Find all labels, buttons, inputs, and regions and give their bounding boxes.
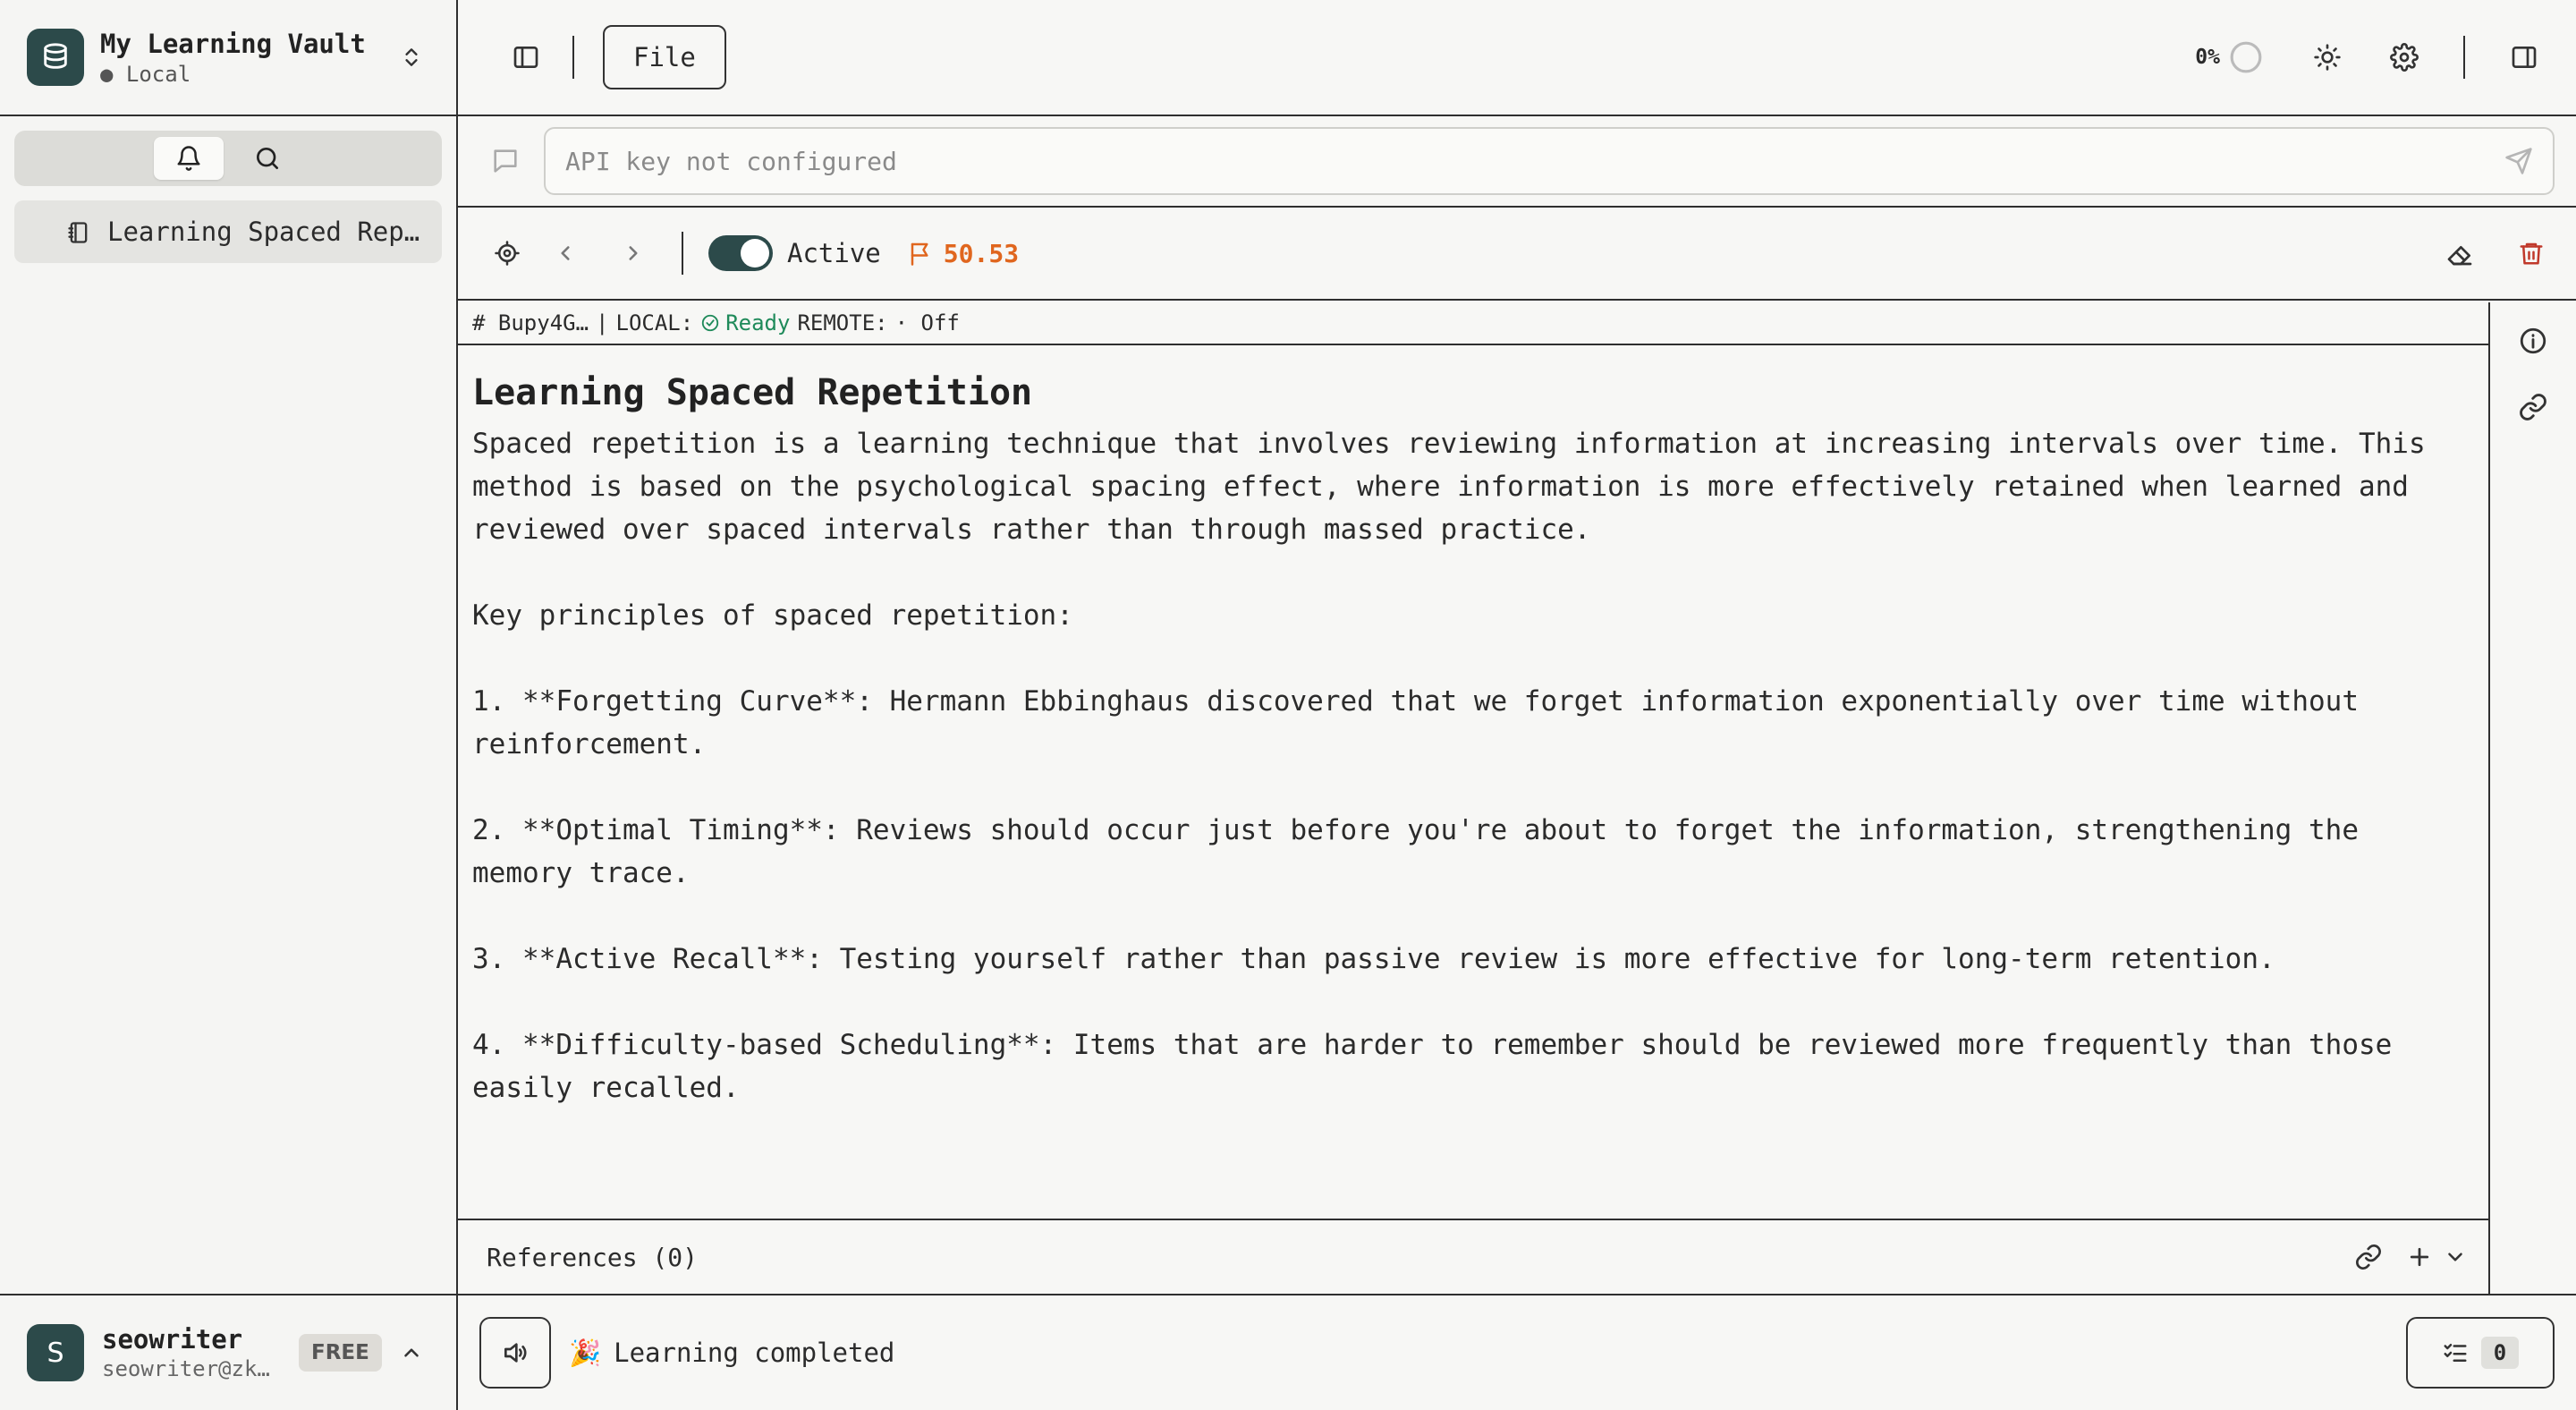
chevron-right-icon <box>622 242 645 265</box>
list-check-icon <box>2442 1339 2469 1366</box>
sync-progress: 0% <box>2195 40 2263 74</box>
chevron-up-icon[interactable] <box>400 1341 423 1364</box>
send-icon[interactable] <box>2504 147 2533 175</box>
editor-area: # Bupy4G… | LOCAL: Ready REMOTE: · Off L… <box>458 302 2576 1294</box>
top-toolbar: File 0% <box>458 0 2576 116</box>
gear-icon <box>2390 43 2419 72</box>
database-icon <box>27 29 84 86</box>
plus-icon[interactable] <box>2406 1244 2433 1270</box>
theme-toggle-button[interactable] <box>2295 25 2360 89</box>
sidebar-left-icon <box>512 43 540 72</box>
trash-icon <box>2518 239 2545 268</box>
task-list-button[interactable]: 0 <box>2406 1317 2555 1389</box>
link-icon[interactable] <box>2518 392 2548 422</box>
bottom-bar: 🎉 Learning completed 0 <box>458 1294 2576 1410</box>
chevrons-up-down-icon[interactable] <box>394 44 429 71</box>
vault-info: My Learning Vault ● Local <box>100 27 377 88</box>
local-label: LOCAL: <box>615 310 694 336</box>
vault-switcher[interactable]: My Learning Vault ● Local <box>0 0 456 116</box>
local-status: Ready <box>700 310 790 336</box>
locate-button[interactable] <box>483 221 531 285</box>
back-button[interactable] <box>531 221 599 285</box>
info-icon[interactable] <box>2518 326 2548 356</box>
divider <box>682 232 683 275</box>
priority-flag[interactable]: 50.53 <box>908 239 1019 268</box>
chevron-left-icon <box>554 242 577 265</box>
status-line: # Bupy4G… | LOCAL: Ready REMOTE: · Off <box>458 302 2488 345</box>
eraser-icon <box>2445 239 2474 268</box>
sidebar: My Learning Vault ● Local Learning Space… <box>0 0 458 1410</box>
toggle-sidebar-button[interactable] <box>494 25 558 89</box>
tab-search[interactable] <box>233 137 302 180</box>
sun-icon <box>2313 43 2342 72</box>
paragraph: 1. **Forgetting Curve**: Hermann Ebbingh… <box>472 685 2376 760</box>
status-message: 🎉 Learning completed <box>569 1338 894 1369</box>
chat-input-wrapper <box>544 127 2555 195</box>
forward-button[interactable] <box>599 221 667 285</box>
progress-label: 0% <box>2195 46 2220 69</box>
user-menu[interactable]: S seowriter seowriter@zk… FREE <box>0 1294 456 1410</box>
note-content[interactable]: Learning Spaced Repetition Spaced repeti… <box>458 345 2488 1109</box>
paragraph: 3. **Active Recall**: Testing yourself r… <box>472 943 2275 975</box>
vault-name: My Learning Vault <box>100 29 366 59</box>
paragraph: Spaced repetition is a learning techniqu… <box>472 428 2443 546</box>
link-icon[interactable] <box>2354 1243 2383 1271</box>
editor-column: # Bupy4G… | LOCAL: Ready REMOTE: · Off L… <box>458 302 2490 1294</box>
chevron-down-icon[interactable] <box>2444 1245 2467 1269</box>
paragraph: Key principles of spaced repetition: <box>472 599 1073 632</box>
search-icon <box>253 144 282 173</box>
task-count-badge: 0 <box>2480 1337 2520 1369</box>
main-panel: File 0% API key not configured Active 50… <box>458 0 2576 1410</box>
active-toggle-label: Active <box>787 238 881 268</box>
crosshair-icon <box>494 240 521 267</box>
user-name: seowriter <box>102 1324 243 1355</box>
references-panel: References (0) <box>458 1219 2488 1294</box>
file-menu-button[interactable]: File <box>603 25 726 89</box>
status-text: Learning completed <box>614 1338 895 1368</box>
note-toolbar: Active 50.53 <box>458 208 2576 301</box>
flag-value: 50.53 <box>943 238 1020 268</box>
active-toggle[interactable] <box>708 235 773 271</box>
divider <box>2463 36 2465 79</box>
note-title: Learning Spaced Repe… <box>107 217 420 247</box>
bell-icon <box>175 145 202 172</box>
divider <box>572 36 574 79</box>
tab-notifications[interactable] <box>154 137 224 180</box>
status-separator: | <box>596 310 609 336</box>
party-icon: 🎉 <box>569 1337 602 1368</box>
clear-button[interactable] <box>2428 221 2492 285</box>
right-rail <box>2490 302 2576 1294</box>
toggle-right-panel-button[interactable] <box>2492 25 2556 89</box>
chat-bar <box>458 116 2576 208</box>
audio-button[interactable] <box>479 1317 551 1389</box>
paragraph: 4. **Difficulty-based Scheduling**: Item… <box>472 1029 2409 1104</box>
delete-button[interactable] <box>2508 221 2555 285</box>
list-item-note[interactable]: Learning Spaced Repe… <box>14 200 442 263</box>
progress-ring-icon <box>2229 40 2263 74</box>
local-state: Ready <box>725 310 791 336</box>
sidebar-right-icon <box>2510 43 2538 72</box>
user-info: seowriter seowriter@zk… <box>102 1323 281 1382</box>
settings-button[interactable] <box>2372 25 2436 89</box>
vault-location: ● Local <box>100 62 191 87</box>
chat-bubble-icon <box>490 146 521 176</box>
flag-icon <box>908 240 935 267</box>
paragraph: 2. **Optimal Timing**: Reviews should oc… <box>472 814 2376 889</box>
sidebar-tabs <box>14 131 442 186</box>
avatar: S <box>27 1324 84 1381</box>
remote-state: · Off <box>894 310 960 336</box>
toolbar-right-actions <box>2428 221 2555 285</box>
note-id: # Bupy4G… <box>472 310 589 336</box>
top-right-actions: 0% <box>2195 25 2576 89</box>
check-circle-icon <box>700 313 720 333</box>
notebook-icon <box>66 220 91 245</box>
document-title: Learning Spaced Repetition <box>472 372 1033 413</box>
speaker-icon <box>501 1338 530 1367</box>
references-label[interactable]: References (0) <box>487 1243 698 1272</box>
plan-badge: FREE <box>299 1334 382 1372</box>
user-email: seowriter@zk… <box>102 1356 270 1381</box>
references-actions <box>2354 1243 2467 1271</box>
chat-input[interactable] <box>565 146 2504 176</box>
remote-label: REMOTE: <box>797 310 888 336</box>
